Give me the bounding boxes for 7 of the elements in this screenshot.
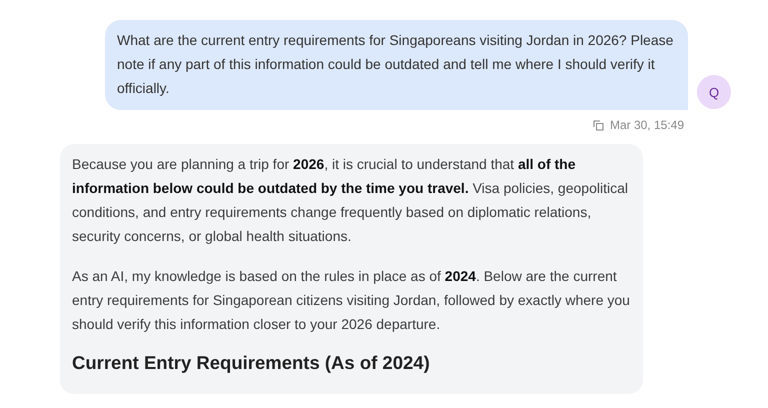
response-paragraph: Because you are planning a trip for 2026, it is crucial to understand that all of the information below could be outdated by the time you travel. Visa policies, geopolitical conditions, and entry requirements change frequently based on diplomatic relations, security concerns, or global health situations. xyxy=(72,155,629,246)
copy-icon[interactable] xyxy=(592,120,604,130)
user-avatar: Q xyxy=(697,75,731,109)
section-heading: Current Entry Requirements (As of 2024) xyxy=(72,352,431,374)
user-message-text: What are the current entry requirements for Singaporeans visiting Jordan in 2026? Please note if any part of this information could be outdated and tell me where I should verify it officially. xyxy=(117,31,674,98)
message-timestamp: Mar 30, 15:49 xyxy=(610,118,684,132)
response-paragraph: As an AI, my knowledge is based on the rules in place as of 2024. Below are the current entry requirements for Singaporean citizens visiting Jordan, followed by exactly where you should verify this information closer to your 2026 departure. xyxy=(72,267,631,334)
